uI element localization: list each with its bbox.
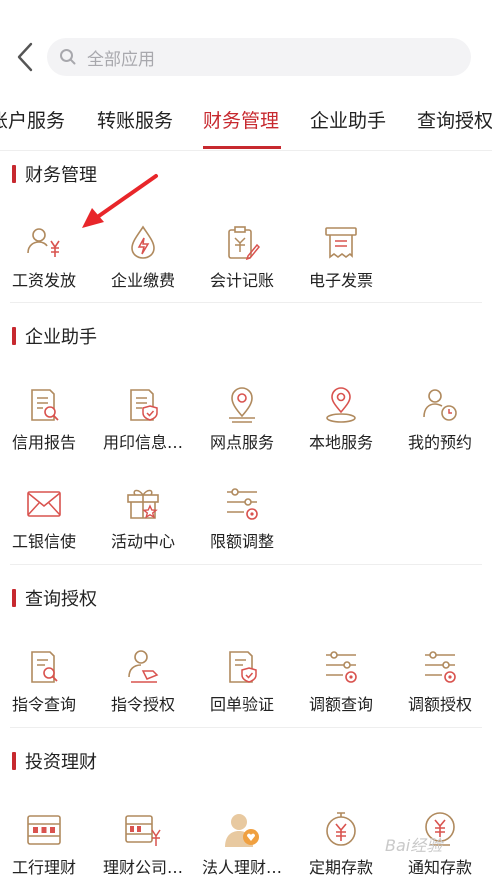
search-placeholder: 全部应用 [87,50,155,70]
app-label: 我的预约 [407,433,472,452]
tab-query-authorization[interactable]: 查询授权 [417,106,492,133]
app-salary-payout[interactable]: 工资发放 [0,223,93,303]
adjust-query-icon [326,651,357,683]
app-label: 定期存款 [308,858,373,877]
app-label: 活动中心 [110,532,175,551]
tab-transfer-service[interactable]: 转账服务 [97,106,173,133]
app-instruction-auth[interactable]: 指令授权 [94,647,192,727]
app-branch-service[interactable]: 网点服务 [193,385,291,465]
app-activity-center[interactable]: 活动中心 [94,484,192,564]
app-adjust-query[interactable]: 调额查询 [292,647,390,727]
tab-account-service[interactable]: 账户服务 [0,106,65,133]
local-service-icon [326,387,356,423]
section-title-text: 企业助手 [25,327,97,348]
app-credit-report[interactable]: 信用报告 [0,385,93,465]
app-receipt-verify[interactable]: 回单验证 [193,647,291,727]
app-adjust-auth[interactable]: 调额授权 [391,647,489,727]
app-label: 回单验证 [209,695,274,714]
seal-info-icon [130,389,158,421]
accounting-icon [228,226,261,261]
app-label: 工资发放 [11,271,76,290]
app-enterprise-payment[interactable]: 企业缴费 [94,223,192,303]
abacus-yuan-icon [125,815,161,846]
section-marker [12,589,16,607]
invoice-icon [325,227,357,259]
app-seal-info[interactable]: 用印信息… [94,385,192,465]
tabs-divider [0,150,492,151]
instruction-auth-icon [128,650,159,683]
search-icon [60,49,76,65]
app-label: 工银信使 [11,532,76,551]
app-local-service[interactable]: 本地服务 [292,385,390,465]
corporate-finance-icon [225,814,259,847]
watermark: Bai经验 [385,836,443,855]
section-marker [12,752,16,770]
instruction-query-icon [31,651,58,683]
app-limit-adjust[interactable]: 限额调整 [193,484,291,564]
app-label: 网点服务 [209,433,274,452]
app-wealth-company[interactable]: 理财公司… [94,810,192,890]
app-label: 理财公司… [102,858,183,877]
section-divider [10,727,482,728]
salary-yuan-icon [27,228,60,257]
section-title-text: 投资理财 [25,752,97,773]
back-button[interactable] [14,40,40,74]
adjust-auth-icon [425,651,456,683]
chevron-left-icon [17,42,33,72]
section-marker [12,165,16,183]
tab-enterprise-assistant[interactable]: 企业助手 [310,106,386,133]
active-tab-indicator [203,146,281,149]
app-label: 用印信息… [102,433,183,452]
app-e-invoice[interactable]: 电子发票 [292,223,390,303]
section-divider [10,302,482,303]
category-tabs: 账户服务 转账服务 财务管理 企业助手 查询授权 [0,92,492,150]
top-bar: 全部应用 [0,0,492,92]
search-input[interactable]: 全部应用 [47,38,471,76]
app-label: 通知存款 [407,858,472,877]
section-divider [10,564,482,565]
app-my-appointment[interactable]: 我的预约 [391,385,489,465]
app-label: 指令授权 [110,695,175,714]
app-accounting[interactable]: 会计记账 [193,223,291,303]
app-label: 企业缴费 [110,271,175,290]
app-label: 调额授权 [407,695,472,714]
gift-icon [127,489,159,519]
abacus-icon [27,815,61,845]
app-corporate-wealth[interactable]: 法人理财… [193,810,291,890]
app-fixed-deposit[interactable]: 定期存款 [292,810,390,890]
app-label: 工行理财 [11,858,76,877]
app-label: 调额查询 [308,695,373,714]
section-title-text: 财务管理 [25,165,97,186]
limit-adjust-icon [227,488,258,520]
appointment-icon [423,389,457,421]
section-marker [12,327,16,345]
app-icbc-messenger[interactable]: 工银信使 [0,484,93,564]
app-label: 本地服务 [308,433,373,452]
app-icbc-wealth[interactable]: 工行理财 [0,810,93,890]
app-label: 会计记账 [209,271,274,290]
mail-icon [27,491,61,517]
branch-location-icon [229,387,255,423]
app-label: 指令查询 [11,695,76,714]
fixed-deposit-icon [326,812,356,846]
app-label: 法人理财… [201,858,282,877]
app-instruction-query[interactable]: 指令查询 [0,647,93,727]
app-label: 限额调整 [209,532,274,551]
app-label: 电子发票 [308,271,373,290]
section-title-text: 查询授权 [25,589,97,610]
tab-finance-management[interactable]: 财务管理 [203,106,279,133]
receipt-verify-icon [229,651,257,683]
app-label: 信用报告 [11,433,76,452]
credit-report-icon [31,389,59,421]
payment-drop-icon [131,225,155,259]
